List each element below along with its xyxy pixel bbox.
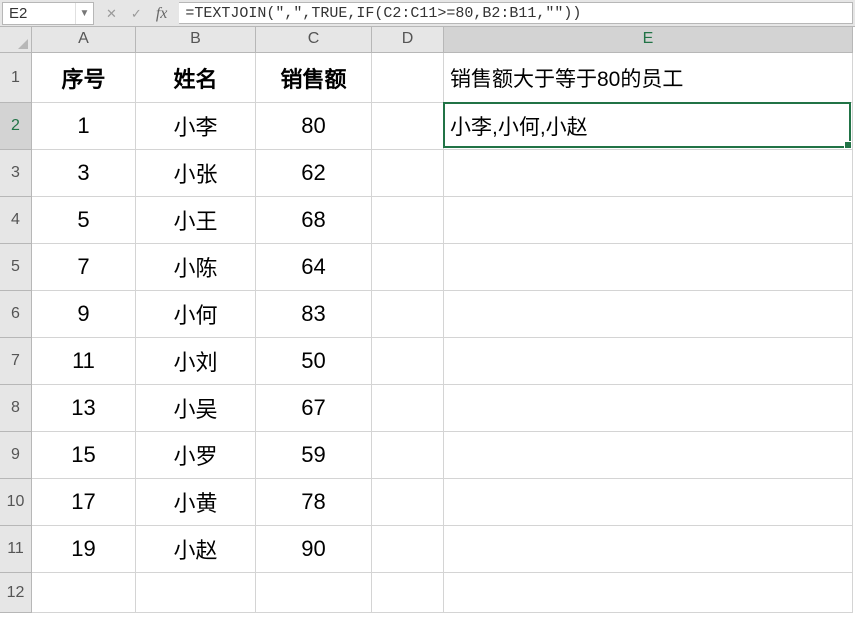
cell-A7[interactable]: 11 xyxy=(32,338,136,385)
cell-C4[interactable]: 68 xyxy=(256,197,372,244)
row-header-3[interactable]: 3 xyxy=(0,150,32,197)
row-headers: 123456789101112 xyxy=(0,53,32,613)
column-headers: ABCDE xyxy=(32,27,853,53)
cell-B10[interactable]: 小黄 xyxy=(136,479,256,526)
cells-area[interactable]: 序号姓名销售额 销售额大于等于80的员工 1小李80 小李,小何,小赵 3小张62 5小王… xyxy=(32,53,853,613)
cell-D3[interactable] xyxy=(372,150,444,197)
cell-B2[interactable]: 小李 xyxy=(136,103,256,150)
cell-D12[interactable] xyxy=(372,573,444,613)
cell-B3[interactable]: 小张 xyxy=(136,150,256,197)
cell-B11[interactable]: 小赵 xyxy=(136,526,256,573)
cell-C11[interactable]: 90 xyxy=(256,526,372,573)
cell-D9[interactable] xyxy=(372,432,444,479)
cell-A9[interactable]: 15 xyxy=(32,432,136,479)
cell-E9[interactable] xyxy=(444,432,853,479)
cell-C3[interactable]: 62 xyxy=(256,150,372,197)
cell-A8[interactable]: 13 xyxy=(32,385,136,432)
cell-D8[interactable] xyxy=(372,385,444,432)
column-header-A[interactable]: A xyxy=(32,27,136,53)
cell-B6[interactable]: 小何 xyxy=(136,291,256,338)
cell-D1[interactable] xyxy=(372,53,444,103)
cancel-icon[interactable]: ✕ xyxy=(106,2,117,25)
formula-input[interactable]: =TEXTJOIN(",",TRUE,IF(C2:C11>=80,B2:B11,… xyxy=(179,2,853,24)
name-box[interactable]: E2 xyxy=(3,3,75,24)
cell-D11[interactable] xyxy=(372,526,444,573)
row-header-10[interactable]: 10 xyxy=(0,479,32,526)
cell-C1[interactable]: 销售额 xyxy=(256,53,372,103)
cell-C2[interactable]: 80 xyxy=(256,103,372,150)
name-box-wrap[interactable]: E2 ▼ xyxy=(2,2,94,25)
cell-E7[interactable] xyxy=(444,338,853,385)
cell-D7[interactable] xyxy=(372,338,444,385)
cell-D2[interactable] xyxy=(372,103,444,150)
cell-E1[interactable]: 销售额大于等于80的员工 xyxy=(444,53,853,103)
row-header-9[interactable]: 9 xyxy=(0,432,32,479)
cell-E2[interactable]: 小李,小何,小赵 xyxy=(444,103,853,150)
cell-E11[interactable] xyxy=(444,526,853,573)
cell-C12[interactable] xyxy=(256,573,372,613)
cell-A3[interactable]: 3 xyxy=(32,150,136,197)
column-header-D[interactable]: D xyxy=(372,27,444,53)
cell-E5[interactable] xyxy=(444,244,853,291)
cell-B5[interactable]: 小陈 xyxy=(136,244,256,291)
confirm-icon[interactable]: ✓ xyxy=(131,2,142,25)
cell-E8[interactable] xyxy=(444,385,853,432)
cell-E6[interactable] xyxy=(444,291,853,338)
name-box-dropdown-icon[interactable]: ▼ xyxy=(75,3,93,24)
column-header-B[interactable]: B xyxy=(136,27,256,53)
cell-B1[interactable]: 姓名 xyxy=(136,53,256,103)
cell-A5[interactable]: 7 xyxy=(32,244,136,291)
formula-bar: E2 ▼ ✕ ✓ fx =TEXTJOIN(",",TRUE,IF(C2:C11… xyxy=(0,0,855,27)
cell-C8[interactable]: 67 xyxy=(256,385,372,432)
cell-D6[interactable] xyxy=(372,291,444,338)
cell-C10[interactable]: 78 xyxy=(256,479,372,526)
cell-C7[interactable]: 50 xyxy=(256,338,372,385)
cell-E10[interactable] xyxy=(444,479,853,526)
column-header-C[interactable]: C xyxy=(256,27,372,53)
cell-B4[interactable]: 小王 xyxy=(136,197,256,244)
cell-A11[interactable]: 19 xyxy=(32,526,136,573)
cell-A10[interactable]: 17 xyxy=(32,479,136,526)
fx-icon[interactable]: fx xyxy=(156,2,168,25)
row-header-1[interactable]: 1 xyxy=(0,53,32,103)
row-header-2[interactable]: 2 xyxy=(0,103,32,150)
row-header-11[interactable]: 11 xyxy=(0,526,32,573)
cell-E3[interactable] xyxy=(444,150,853,197)
row-header-5[interactable]: 5 xyxy=(0,244,32,291)
cell-A2[interactable]: 1 xyxy=(32,103,136,150)
cell-D5[interactable] xyxy=(372,244,444,291)
cell-A4[interactable]: 5 xyxy=(32,197,136,244)
cell-C6[interactable]: 83 xyxy=(256,291,372,338)
cell-E4[interactable] xyxy=(444,197,853,244)
row-header-4[interactable]: 4 xyxy=(0,197,32,244)
cell-C5[interactable]: 64 xyxy=(256,244,372,291)
row-header-6[interactable]: 6 xyxy=(0,291,32,338)
cell-A6[interactable]: 9 xyxy=(32,291,136,338)
cell-A12[interactable] xyxy=(32,573,136,613)
cell-B12[interactable] xyxy=(136,573,256,613)
cell-B9[interactable]: 小罗 xyxy=(136,432,256,479)
row-header-8[interactable]: 8 xyxy=(0,385,32,432)
formula-bar-buttons: ✕ ✓ fx xyxy=(94,0,179,26)
row-header-7[interactable]: 7 xyxy=(0,338,32,385)
row-header-12[interactable]: 12 xyxy=(0,573,32,613)
cell-B7[interactable]: 小刘 xyxy=(136,338,256,385)
cell-D10[interactable] xyxy=(372,479,444,526)
cell-D4[interactable] xyxy=(372,197,444,244)
column-header-E[interactable]: E xyxy=(444,27,853,53)
cell-C9[interactable]: 59 xyxy=(256,432,372,479)
cell-E12[interactable] xyxy=(444,573,853,613)
cell-A1[interactable]: 序号 xyxy=(32,53,136,103)
select-all-corner[interactable] xyxy=(0,27,32,53)
cell-B8[interactable]: 小吴 xyxy=(136,385,256,432)
